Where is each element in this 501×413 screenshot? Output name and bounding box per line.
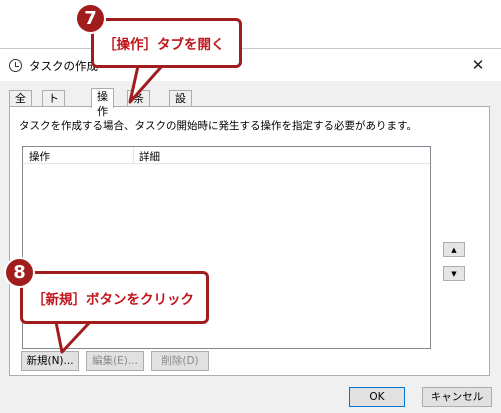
close-button[interactable]: ✕ bbox=[455, 49, 501, 81]
tab-conditions[interactable]: 条件 bbox=[127, 90, 150, 120]
step-8-badge: 8 bbox=[4, 257, 35, 288]
actions-panel: タスクを作成する場合、タスクの開始時に発生する操作を指定する必要があります。 操… bbox=[9, 106, 490, 376]
callout-7-text: ［操作］タブを開く bbox=[103, 37, 225, 53]
tab-settings[interactable]: 設定 bbox=[169, 90, 192, 120]
clock-icon bbox=[9, 59, 22, 72]
actions-description: タスクを作成する場合、タスクの開始時に発生する操作を指定する必要があります。 bbox=[19, 120, 417, 132]
edit-button[interactable]: 編集(E)... bbox=[86, 351, 144, 371]
tab-triggers[interactable]: トリガー bbox=[42, 90, 65, 150]
move-down-button[interactable]: ▼ bbox=[443, 266, 465, 281]
callout-step-7: ［操作］タブを開く bbox=[91, 18, 242, 68]
new-button[interactable]: 新規(N)... bbox=[21, 351, 79, 371]
column-divider bbox=[133, 147, 134, 164]
ok-button[interactable]: OK bbox=[349, 387, 405, 407]
step-7-badge: 7 bbox=[75, 3, 106, 34]
cancel-button[interactable]: キャンセル bbox=[422, 387, 492, 407]
window-title: タスクの作成 bbox=[29, 59, 98, 73]
tab-actions[interactable]: 操作 bbox=[91, 88, 114, 118]
column-action[interactable]: 操作 bbox=[29, 149, 50, 164]
title-bar: タスクの作成 ✕ bbox=[0, 49, 501, 81]
column-details[interactable]: 詳細 bbox=[139, 149, 160, 164]
callout-8-text: ［新規］ボタンをクリック bbox=[32, 291, 194, 308]
move-up-button[interactable]: ▲ bbox=[443, 242, 465, 257]
list-header: 操作 詳細 bbox=[23, 147, 430, 164]
callout-step-8: ［新規］ボタンをクリック bbox=[20, 271, 209, 324]
delete-button[interactable]: 削除(D) bbox=[151, 351, 209, 371]
tab-general[interactable]: 全般 bbox=[9, 90, 32, 120]
